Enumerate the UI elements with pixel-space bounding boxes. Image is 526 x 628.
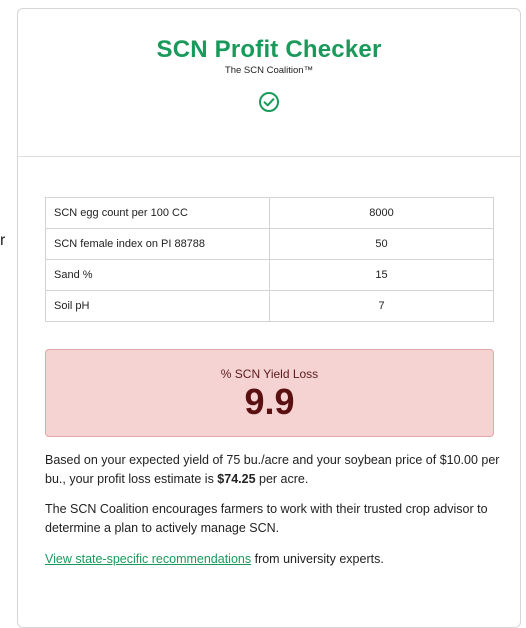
summary-text-end: per acre. (255, 472, 309, 486)
sand-percent-label: Sand % (45, 259, 270, 291)
recommendation-line: View state-specific recommendations from… (45, 550, 505, 569)
card-body: SCN egg count per 100 CC 8000 SCN female… (18, 197, 520, 569)
yield-loss-label: % SCN Yield Loss (220, 367, 319, 381)
table-row: Soil pH 7 (45, 290, 494, 322)
page-title: SCN Profit Checker (156, 36, 382, 63)
yield-loss-value: 9.9 (244, 381, 295, 422)
check-circle-icon (258, 91, 280, 113)
table-row: SCN egg count per 100 CC 8000 (45, 197, 494, 229)
recommendation-rest: from university experts. (251, 552, 384, 566)
state-recommendations-link[interactable]: View state-specific recommendations (45, 552, 251, 566)
profit-loss-summary: Based on your expected yield of 75 bu./a… (45, 451, 505, 489)
female-index-value: 50 (269, 228, 494, 260)
advice-text: The SCN Coalition encourages farmers to … (45, 502, 488, 535)
soil-ph-label: Soil pH (45, 290, 270, 322)
table-row: Sand % 15 (45, 259, 494, 291)
yield-loss-result: % SCN Yield Loss 9.9 (45, 349, 494, 437)
inputs-table: SCN egg count per 100 CC 8000 SCN female… (45, 197, 494, 322)
female-index-label: SCN female index on PI 88788 (45, 228, 270, 260)
table-row: SCN female index on PI 88788 50 (45, 228, 494, 260)
page-subtitle: The SCN Coalition™ (224, 65, 314, 76)
card-header: SCN Profit Checker The SCN Coalition™ (18, 9, 520, 157)
egg-count-label: SCN egg count per 100 CC (45, 197, 270, 229)
truncated-text-fragment: r (0, 232, 6, 249)
profit-checker-card: SCN Profit Checker The SCN Coalition™ SC… (17, 8, 521, 628)
sand-percent-value: 15 (269, 259, 494, 291)
soil-ph-value: 7 (269, 290, 494, 322)
profit-loss-amount: $74.25 (217, 472, 256, 486)
egg-count-value: 8000 (269, 197, 494, 229)
